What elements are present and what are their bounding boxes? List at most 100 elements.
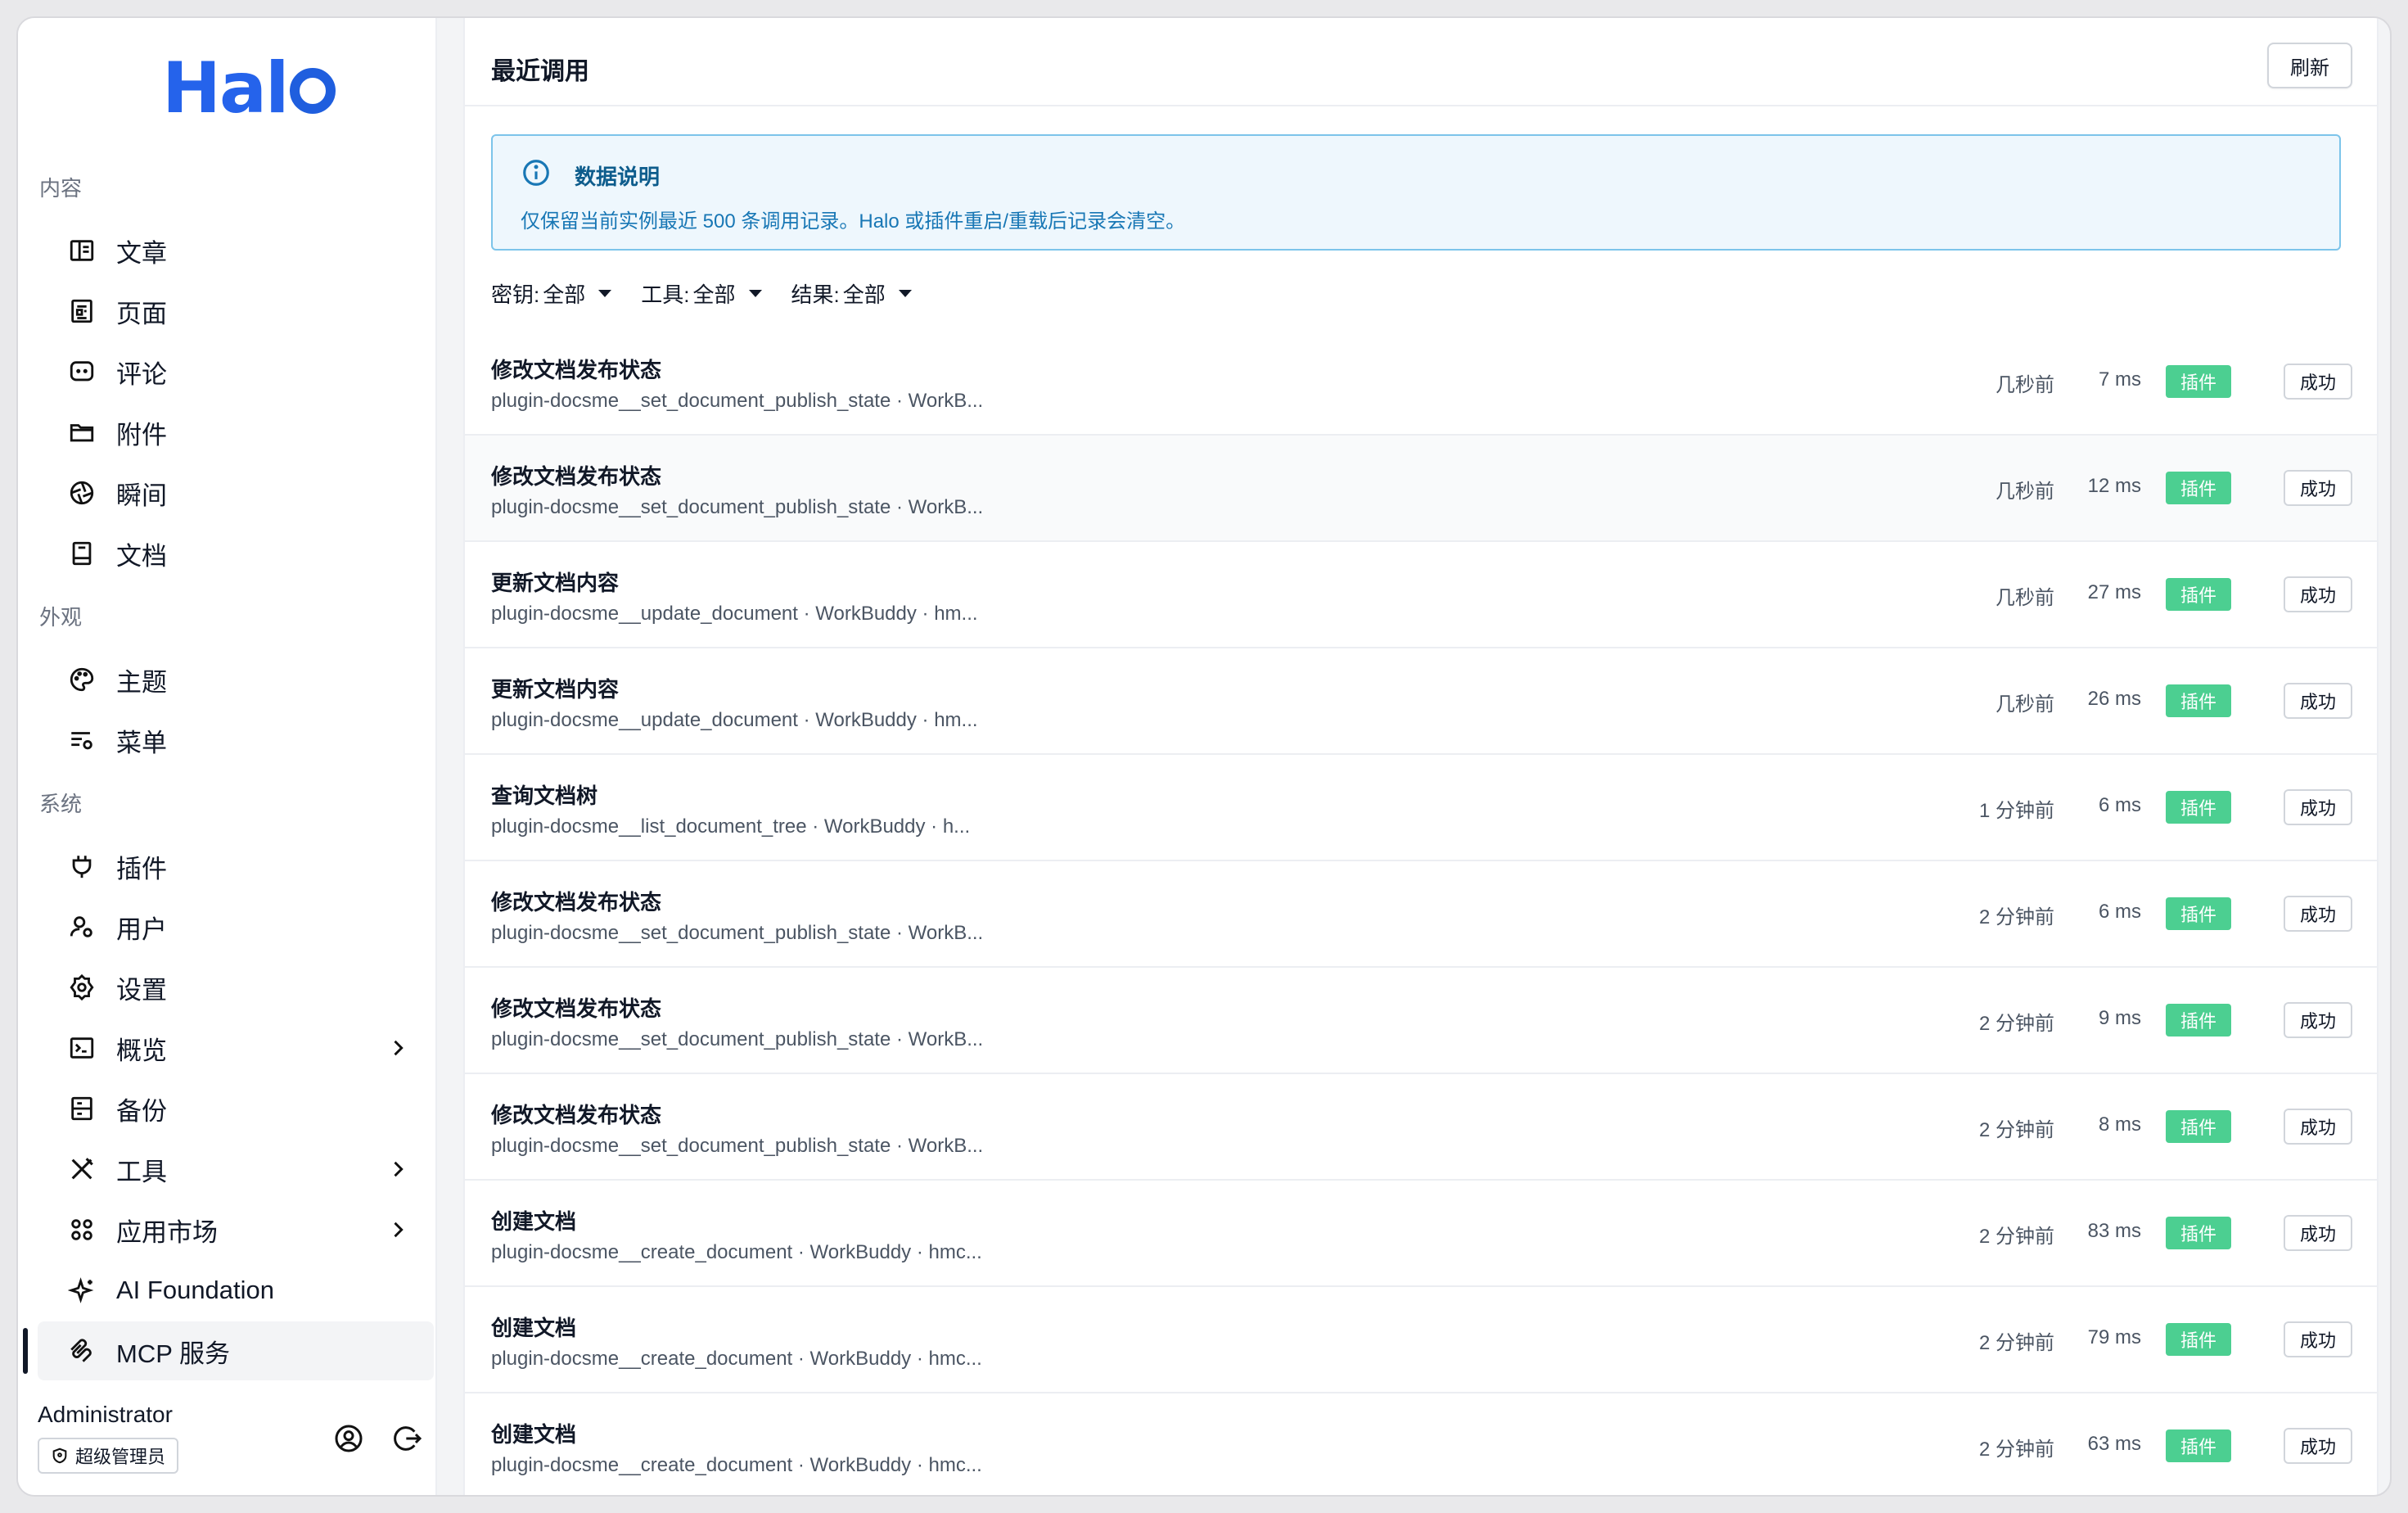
list-item[interactable]: 查询文档树 plugin-docsme__list_document_tree …: [465, 755, 2377, 861]
call-time: 几秒前: [1995, 481, 2054, 503]
chevron-right-icon: [394, 1040, 404, 1056]
list-item[interactable]: 更新文档内容 plugin-docsme__update_document · …: [465, 542, 2377, 648]
call-list: 修改文档发布状态 plugin-docsme__set_document_pub…: [465, 329, 2377, 1495]
filter-result[interactable]: 结果: 全部: [791, 278, 912, 309]
filter-tool[interactable]: 工具: 全部: [641, 278, 762, 309]
sidebar-item-label: 用户: [116, 915, 167, 944]
sidebar-item-menus[interactable]: 菜单: [38, 711, 434, 770]
call-detail: plugin-docsme__list_document_tree · Work…: [491, 815, 971, 838]
sidebar-item-label: 附件: [116, 420, 167, 449]
sidebar-item-tools[interactable]: 工具: [38, 1140, 434, 1199]
sidebar-item-overview[interactable]: 概览: [38, 1018, 434, 1077]
page-icon: [67, 296, 97, 326]
list-item[interactable]: 创建文档 plugin-docsme__create_document · Wo…: [465, 1287, 2377, 1393]
call-time: 2 分钟前: [1978, 1438, 2054, 1461]
user-settings-icon: [67, 912, 97, 942]
filter-key[interactable]: 密钥: 全部: [491, 278, 612, 309]
folder-icon: [67, 418, 97, 447]
sidebar-item-label: 菜单: [116, 728, 167, 757]
sidebar-item-posts[interactable]: 文章: [38, 221, 434, 280]
filter-label: 结果:: [791, 282, 840, 307]
book-open-icon: [67, 236, 97, 265]
call-detail: plugin-docsme__update_document · WorkBud…: [491, 709, 978, 731]
group-label-appearance: 外观: [39, 605, 83, 630]
plugin-tag: 插件: [2166, 365, 2231, 398]
call-detail: plugin-docsme__set_document_publish_stat…: [491, 1135, 984, 1157]
caret-down-icon: [598, 290, 612, 297]
list-item[interactable]: 创建文档 plugin-docsme__create_document · Wo…: [465, 1393, 2377, 1495]
call-duration: 7 ms: [2098, 368, 2141, 391]
sidebar-item-label: 文档: [116, 541, 167, 571]
notebook-icon: [67, 539, 97, 568]
current-user: Administrator 超级管理员: [38, 1402, 179, 1474]
list-item[interactable]: 修改文档发布状态 plugin-docsme__set_document_pub…: [465, 861, 2377, 968]
sidebar-item-pages[interactable]: 页面: [38, 282, 434, 341]
status-badge: 成功: [2284, 470, 2352, 506]
call-duration: 9 ms: [2098, 1007, 2141, 1029]
plugin-tag: 插件: [2166, 1217, 2231, 1249]
terminal-icon: [67, 1033, 97, 1063]
sidebar-item-plugins[interactable]: 插件: [38, 837, 434, 896]
list-item[interactable]: 创建文档 plugin-docsme__create_document · Wo…: [465, 1181, 2377, 1287]
call-title: 修改文档发布状态: [491, 996, 662, 1021]
list-item[interactable]: 修改文档发布状态 plugin-docsme__set_document_pub…: [465, 968, 2377, 1074]
status-badge: 成功: [2284, 364, 2352, 400]
apps-grid-icon: [67, 1215, 97, 1244]
call-title: 更新文档内容: [491, 571, 620, 595]
refresh-button[interactable]: 刷新: [2267, 43, 2352, 88]
aperture-icon: [67, 478, 97, 508]
shield-icon: [52, 1448, 67, 1464]
plugin-tag: 插件: [2166, 578, 2231, 611]
status-badge: 成功: [2284, 1428, 2352, 1464]
palette-icon: [67, 665, 97, 694]
call-title: 查询文档树: [491, 784, 598, 808]
sidebar-item-market[interactable]: 应用市场: [38, 1200, 434, 1259]
sidebar-item-themes[interactable]: 主题: [38, 650, 434, 709]
halo-logo[interactable]: Hal: [162, 47, 336, 138]
sidebar-item-docs[interactable]: 文档: [38, 524, 434, 583]
sidebar-item-attachments[interactable]: 附件: [38, 403, 434, 462]
list-item[interactable]: 更新文档内容 plugin-docsme__update_document · …: [465, 648, 2377, 755]
plugin-tag: 插件: [2166, 1110, 2231, 1143]
sidebar-item-label: 文章: [116, 238, 167, 268]
group-label-system: 系统: [39, 792, 83, 816]
plugin-tag: 插件: [2166, 1429, 2231, 1462]
plugin-tag: 插件: [2166, 791, 2231, 824]
role-badge: 超级管理员: [38, 1438, 179, 1474]
call-title: 创建文档: [491, 1316, 577, 1340]
list-item[interactable]: 修改文档发布状态 plugin-docsme__set_document_pub…: [465, 1074, 2377, 1181]
status-badge: 成功: [2284, 1215, 2352, 1251]
call-duration: 79 ms: [2087, 1326, 2141, 1348]
sidebar-item-moments[interactable]: 瞬间: [38, 463, 434, 522]
call-time: 几秒前: [1995, 693, 2054, 716]
group-label-content: 内容: [39, 176, 83, 201]
sidebar-item-label: 瞬间: [116, 481, 167, 510]
sidebar-item-backup[interactable]: 备份: [38, 1079, 434, 1138]
call-time: 2 分钟前: [1978, 1226, 2054, 1248]
call-title: 修改文档发布状态: [491, 890, 662, 915]
list-item[interactable]: 修改文档发布状态 plugin-docsme__set_document_pub…: [465, 329, 2377, 436]
page-title: 最近调用: [491, 58, 589, 85]
filter-label: 工具:: [641, 282, 690, 307]
call-duration: 6 ms: [2098, 794, 2141, 816]
sidebar-item-settings[interactable]: 设置: [38, 958, 434, 1017]
logout-button[interactable]: [391, 1422, 424, 1455]
sidebar-item-label: 应用市场: [116, 1217, 218, 1247]
sidebar-item-ai[interactable]: AI Foundation: [38, 1261, 434, 1320]
profile-button[interactable]: [332, 1422, 365, 1455]
sidebar-item-label: 工具: [116, 1157, 167, 1186]
call-time: 2 分钟前: [1978, 1013, 2054, 1035]
call-detail: plugin-docsme__update_document · WorkBud…: [491, 603, 978, 625]
sidebar-item-mcp[interactable]: MCP 服务: [38, 1321, 434, 1380]
list-item[interactable]: 修改文档发布状态 plugin-docsme__set_document_pub…: [465, 436, 2377, 542]
sidebar-item-comments[interactable]: 评论: [38, 342, 434, 401]
filter-bar: 密钥: 全部 工具: 全部 结果: 全部: [491, 278, 912, 309]
sidebar-item-users[interactable]: 用户: [38, 897, 434, 956]
app-window: Hal 内容 文章 页面 评论 附件 瞬间 文档 外观 主题 菜单 系统 插件 …: [16, 16, 2392, 1497]
call-duration: 8 ms: [2098, 1113, 2141, 1136]
plugin-tag: 插件: [2166, 684, 2231, 717]
call-detail: plugin-docsme__create_document · WorkBud…: [491, 1348, 982, 1370]
notice-body: 仅保留当前实例最近 500 条调用记录。Halo 或插件重启/重载后记录会清空。: [521, 210, 1186, 233]
tools-icon: [67, 1154, 97, 1184]
info-icon: [523, 160, 549, 186]
